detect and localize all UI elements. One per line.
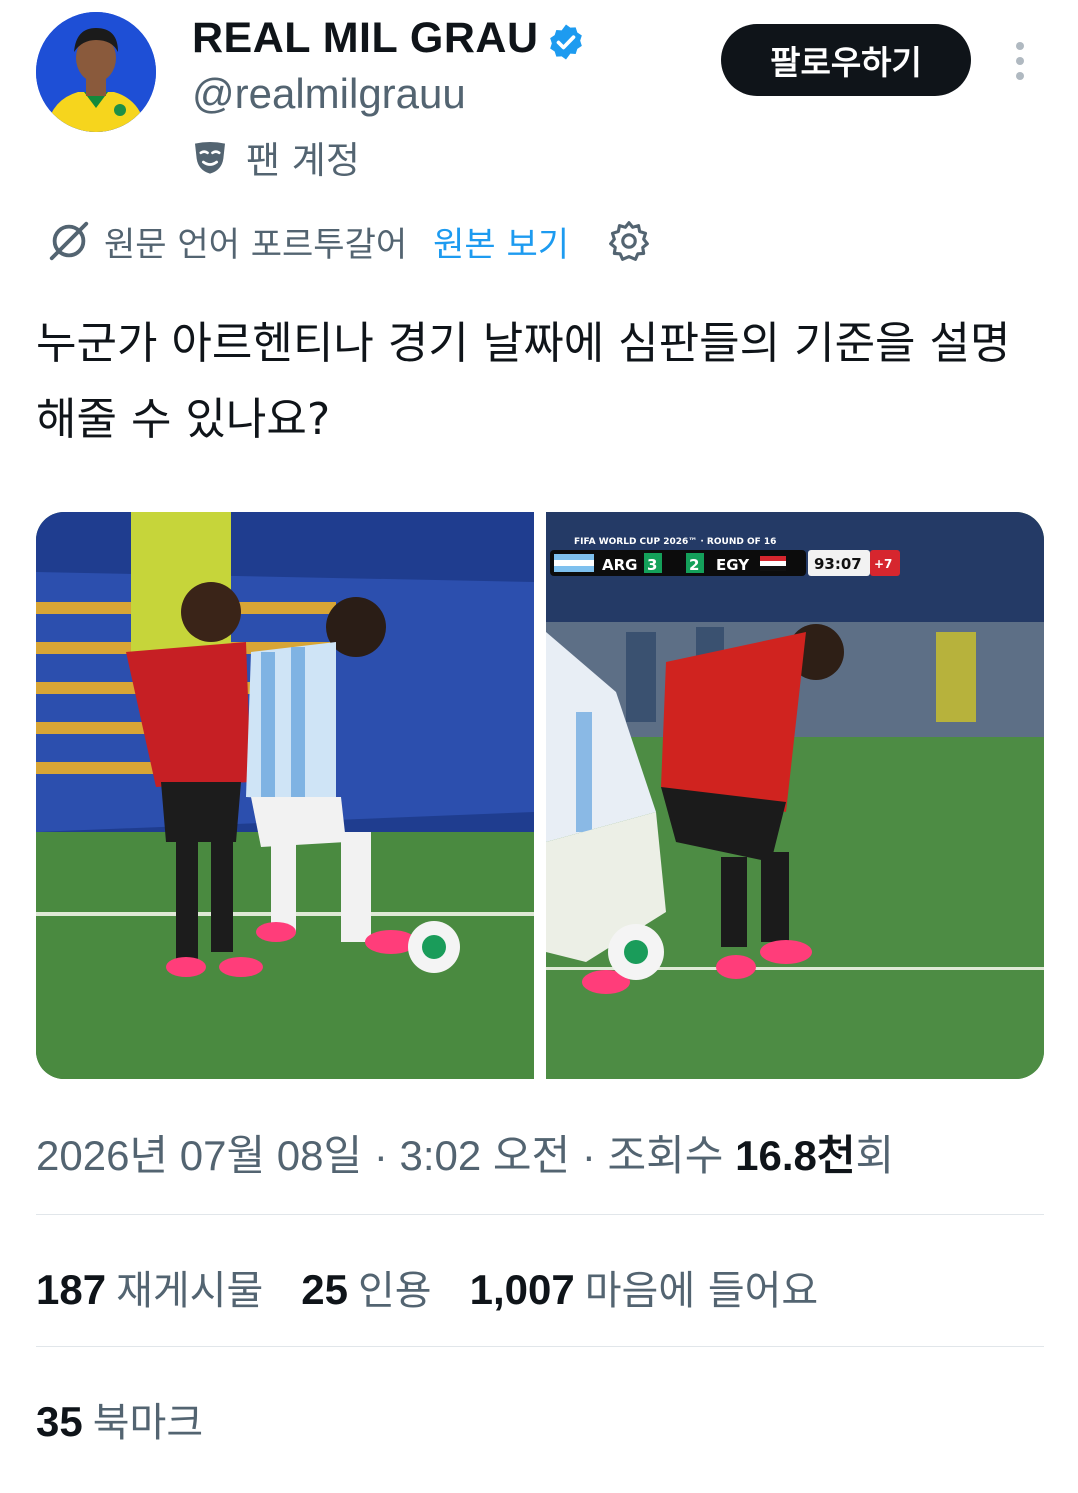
tweet-date[interactable]: 2026년 07월 08일 [36, 1132, 362, 1179]
views-count: 16.8천 [735, 1132, 856, 1179]
reposts-stat[interactable]: 187 재게시물 [36, 1258, 263, 1316]
bookmarks-stat[interactable]: 35 북마크 [36, 1390, 203, 1448]
views-label: 조회수 [607, 1132, 724, 1179]
translation-row: 원문 언어 포르투갈어 원본 보기 [46, 216, 651, 266]
scoreboard-away-team: EGY [716, 556, 750, 574]
tweet-meta: 2026년 07월 08일 · 3:02 오전 · 조회수 16.8천회 [36, 1122, 894, 1183]
meta-separator: · [581, 1132, 596, 1179]
meta-separator: · [373, 1132, 388, 1179]
mask-icon [195, 142, 225, 174]
fan-account-row: 팬 계정 [190, 132, 360, 182]
bookmarks-label: 북마크 [92, 1400, 204, 1446]
football-photo-2[interactable]: FIFA WORLD CUP 2026™ · ROUND OF 16 ARG 3… [546, 512, 1044, 1079]
display-name[interactable]: REAL MIL GRAU [192, 14, 539, 63]
tweet-time[interactable]: 3:02 오전 [399, 1132, 570, 1179]
quotes-count: 25 [301, 1266, 348, 1313]
scoreboard-away-score: 2 [689, 556, 699, 574]
quotes-label: 인용 [358, 1268, 432, 1314]
divider [36, 1346, 1044, 1347]
reposts-count: 187 [36, 1266, 107, 1313]
views-suffix: 회 [855, 1132, 895, 1179]
engagement-stats: 187 재게시물 25 인용 1,007 마음에 들어요 [36, 1258, 818, 1316]
translate-icon [49, 221, 89, 261]
media-grid: FIFA WORLD CUP 2026™ · ROUND OF 16 ARG 3… [36, 512, 1044, 1079]
view-original-link[interactable]: 원본 보기 [433, 217, 569, 266]
scoreboard-added-time: +7 [874, 557, 892, 571]
follow-button[interactable]: 팔로우하기 [721, 24, 971, 96]
avatar-brazil-jersey [36, 12, 156, 132]
more-vertical-icon[interactable] [1000, 36, 1040, 86]
bookmarks-count: 35 [36, 1398, 83, 1445]
translation-info: 원문 언어 포르투갈어 [104, 224, 408, 265]
scoreboard-home-team: ARG [602, 556, 637, 574]
user-handle[interactable]: @realmilgrauu [192, 70, 466, 118]
fan-account-label: 팬 계정 [246, 139, 360, 182]
likes-stat[interactable]: 1,007 마음에 들어요 [470, 1258, 819, 1316]
likes-label: 마음에 들어요 [584, 1268, 819, 1314]
likes-count: 1,007 [469, 1266, 575, 1313]
tweet-text: 누군가 아르헨티나 경기 날짜에 심판들의 기준을 설명해줄 수 있나요? [36, 318, 1011, 445]
scoreboard-home-score: 3 [647, 556, 657, 574]
scoreboard-clock: 93:07 [814, 555, 862, 573]
avatar[interactable] [36, 12, 156, 132]
verified-badge-icon [550, 24, 582, 60]
divider [36, 1214, 1044, 1215]
reposts-label: 재게시물 [116, 1268, 264, 1314]
scoreboard-competition: FIFA WORLD CUP 2026™ · ROUND OF 16 [574, 537, 776, 547]
quotes-stat[interactable]: 25 인용 [301, 1258, 431, 1316]
gear-icon[interactable] [607, 219, 651, 263]
football-photo-1[interactable] [36, 512, 534, 1079]
